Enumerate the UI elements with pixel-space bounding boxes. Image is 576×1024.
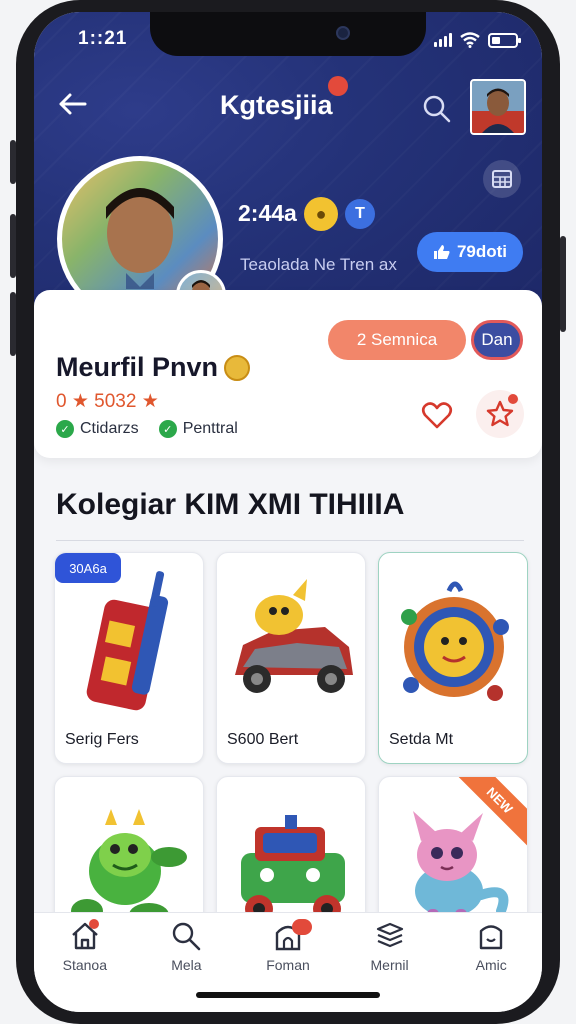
coin-icon	[224, 354, 251, 381]
search-icon	[423, 95, 451, 123]
power-button	[560, 236, 566, 332]
notification-badge	[328, 76, 348, 96]
home-indicator[interactable]	[196, 992, 380, 998]
home-notification-dot	[88, 919, 99, 929]
emoji-badge-icon: ●	[304, 197, 338, 231]
tag-label: Penttral	[182, 420, 238, 437]
status-time: 1::21	[78, 28, 128, 49]
nav-item-stack[interactable]: Mernil	[350, 921, 430, 1012]
heart-icon	[421, 402, 453, 429]
tag-label: Ctidarzs	[80, 420, 139, 437]
follow-button[interactable]: 79doti	[417, 232, 523, 272]
section-divider	[56, 540, 524, 541]
user-avatar[interactable]	[470, 79, 526, 135]
nav-item-profile[interactable]: Foman	[248, 919, 328, 1012]
name-row: Meurfil Pnvn	[56, 352, 251, 383]
subscribe-button[interactable]: 2 Semnica	[328, 320, 466, 360]
item-label: S600 Bert	[227, 731, 299, 748]
stack-icon	[376, 922, 403, 948]
star-icon	[486, 400, 514, 427]
nav-label: Stanoa	[62, 957, 107, 973]
item-label: Serig Fers	[65, 731, 139, 748]
grid-view-button[interactable]	[483, 160, 521, 198]
nav-label: Mernil	[370, 957, 409, 973]
avatar-person-icon	[472, 81, 524, 133]
volume-up-button	[10, 214, 16, 278]
profile-notification-badge	[291, 919, 312, 935]
collection-item[interactable]: 30A6a Serig Fers	[54, 552, 204, 764]
phone-screen: 1::21 Kgtesjiia 2:44a ● T Teaolada Ne Tr…	[34, 12, 542, 1012]
car-toy-image	[235, 579, 353, 693]
medal-toy-image	[401, 581, 509, 701]
signal-icon	[434, 33, 452, 47]
leaf-icon: ✓	[56, 420, 74, 438]
profile-card: 2 Semnica Dan Meurfil Pnvn 0 ★ 5032 ★ ✓ C…	[34, 290, 542, 458]
profile-tags: ✓ Ctidarzs ✓ Penttral	[56, 420, 238, 438]
wifi-icon	[460, 32, 480, 48]
status-icons	[434, 32, 521, 48]
tag-item[interactable]: ✓ Penttral	[158, 420, 238, 438]
profile-tagline: Teaolada Ne Tren ax	[240, 255, 397, 274]
new-indicator	[508, 394, 518, 404]
follow-label: 79doti	[456, 242, 508, 261]
notch	[150, 12, 426, 56]
nav-item-search[interactable]: Mela	[146, 921, 226, 1012]
mute-switch	[10, 140, 16, 184]
suitcase-toy-image	[86, 571, 169, 711]
front-camera	[336, 26, 350, 40]
tag-item[interactable]: ✓ Ctidarzs	[56, 420, 139, 438]
shield-check-icon: ✓	[158, 420, 177, 438]
arrow-left-icon	[59, 93, 87, 115]
message-button[interactable]: Dan	[471, 320, 523, 360]
page-title: Kgtesjiia	[220, 90, 333, 120]
grid-icon	[492, 170, 512, 188]
account-icon	[479, 925, 503, 950]
profile-name: Meurfil Pnvn	[56, 352, 219, 382]
search-button[interactable]	[420, 92, 454, 126]
section-title: Kolegiar KIM XMI TIHIIIA	[56, 488, 405, 521]
battery-icon	[488, 32, 521, 48]
nav-label: Amic	[475, 957, 507, 973]
volume-down-button	[10, 292, 16, 356]
item-label: Setda Mt	[389, 731, 454, 748]
verified-badge-icon: T	[345, 199, 375, 229]
favorite-button[interactable]	[420, 398, 454, 432]
rating-text: 0 ★ 5032 ★	[56, 391, 159, 412]
stat-value: 2:44a	[238, 200, 297, 226]
rate-button[interactable]	[476, 390, 524, 438]
nav-label: Foman	[266, 957, 310, 973]
collection-item[interactable]: Setda Mt	[378, 552, 528, 764]
nav-item-home[interactable]: Stanoa	[45, 919, 125, 1012]
back-button[interactable]	[52, 84, 92, 124]
thumbs-up-icon	[433, 245, 450, 259]
nav-label: Mela	[171, 957, 202, 973]
search-icon	[173, 922, 201, 951]
item-badge: 30A6a	[55, 553, 121, 583]
collection-item[interactable]: S600 Bert	[216, 552, 366, 764]
nav-item-account[interactable]: Amic	[451, 921, 531, 1012]
